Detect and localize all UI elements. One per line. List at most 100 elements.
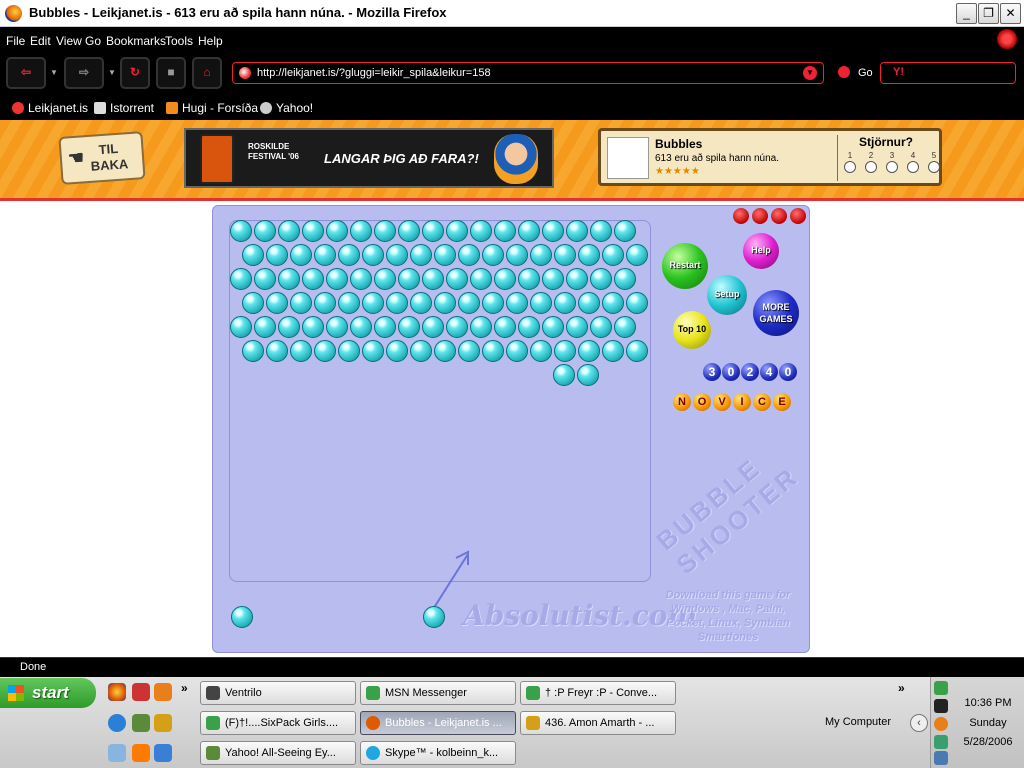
tray-network-icon[interactable] xyxy=(934,735,948,749)
game-control-icon[interactable] xyxy=(733,208,749,224)
start-button[interactable]: start xyxy=(0,678,96,708)
task-sixpack[interactable]: (F)†!....SixPack Girls.... xyxy=(200,711,356,735)
bubble xyxy=(614,268,636,290)
task-yahoo[interactable]: Yahoo! All-Seeing Ey... xyxy=(200,741,356,765)
radio-icon[interactable] xyxy=(844,161,856,173)
bookmark-hugi[interactable]: Hugi - Forsíða xyxy=(166,101,258,115)
bubble xyxy=(590,268,612,290)
minimize-button[interactable]: _ xyxy=(956,3,977,24)
address-text[interactable]: http://leikjanet.is/?gluggi=leikir_spila… xyxy=(257,67,491,79)
maximize-button[interactable]: ❐ xyxy=(978,3,999,24)
radio-icon[interactable] xyxy=(886,161,898,173)
back-dropdown-icon[interactable]: ▼ xyxy=(50,68,58,77)
download-link[interactable]: Download this game for Windows , Mac, Pa… xyxy=(653,588,803,644)
media-quicklaunch-icon[interactable] xyxy=(132,683,150,701)
level-letter: O xyxy=(693,393,711,411)
forward-button[interactable]: ⇨ xyxy=(64,57,104,89)
rating-option[interactable]: 1 xyxy=(843,151,857,173)
rating-option[interactable]: 2 xyxy=(864,151,878,173)
menu-tools[interactable]: Tools xyxy=(165,34,193,48)
stop-button[interactable]: ■ xyxy=(156,57,186,89)
clock-time[interactable]: 10:36 PM xyxy=(953,697,1023,709)
game-close-icon[interactable] xyxy=(790,208,806,224)
reload-button[interactable]: ↻ xyxy=(120,57,150,89)
menu-edit[interactable]: Edit xyxy=(30,34,51,48)
app-quicklaunch-icon[interactable] xyxy=(108,744,126,762)
bookmark-istorrent[interactable]: Istorrent xyxy=(94,101,154,115)
bubble xyxy=(410,292,432,314)
ad-headline: LANGAR ÞIG AÐ FARA?! xyxy=(324,151,479,166)
app-quicklaunch-icon[interactable] xyxy=(132,714,150,732)
quicklaunch-more-icon[interactable]: » xyxy=(181,681,188,695)
bubble xyxy=(326,268,348,290)
menu-help[interactable]: Help xyxy=(198,34,223,48)
bookmark-leikjanet[interactable]: Leikjanet.is xyxy=(12,101,88,115)
firefox-quicklaunch-icon[interactable] xyxy=(108,683,126,701)
back-sign-button[interactable]: ☚ TIL BAKA xyxy=(58,131,146,185)
bookmark-yahoo[interactable]: Yahoo! xyxy=(260,101,313,115)
app-quicklaunch-icon[interactable] xyxy=(154,714,172,732)
task-conversation[interactable]: † :P Freyr :P - Conve... xyxy=(520,681,676,705)
bubble xyxy=(542,220,564,242)
rating-option[interactable]: 4 xyxy=(906,151,920,173)
app-quicklaunch-icon[interactable] xyxy=(132,744,150,762)
radio-icon[interactable] xyxy=(907,161,919,173)
game-control-icon[interactable] xyxy=(771,208,787,224)
clock-day: Sunday xyxy=(969,717,1007,729)
throbber-icon xyxy=(997,29,1017,49)
top10-button[interactable]: Top 10 xyxy=(673,311,711,349)
bubble xyxy=(338,292,360,314)
rating-option[interactable]: 5 xyxy=(927,151,941,173)
msn-icon xyxy=(526,686,540,700)
task-ventrilo[interactable]: Ventrilo xyxy=(200,681,356,705)
tray-volume-icon[interactable] xyxy=(934,751,948,765)
tray-check-icon[interactable] xyxy=(934,681,948,695)
radio-icon[interactable] xyxy=(928,161,940,173)
rating-option[interactable]: 3 xyxy=(885,151,899,173)
home-button[interactable]: ⌂ xyxy=(192,57,222,89)
game-players-count: 613 eru að spila hann núna. xyxy=(655,153,779,164)
bubble xyxy=(386,244,408,266)
more-games-button[interactable]: MORE GAMES xyxy=(753,290,799,336)
search-box[interactable]: Y! xyxy=(880,62,1016,84)
status-bar: Done xyxy=(0,657,1024,677)
game-control-icon[interactable] xyxy=(752,208,768,224)
task-bubbles[interactable]: Bubbles - Leikjanet.is ... xyxy=(360,711,516,735)
menu-file[interactable]: File xyxy=(6,34,25,48)
go-icon[interactable] xyxy=(838,66,850,78)
restart-button[interactable]: Restart xyxy=(662,243,708,289)
app-quicklaunch-icon[interactable] xyxy=(154,744,172,762)
close-button[interactable]: ✕ xyxy=(1000,3,1021,24)
address-bar[interactable]: http://leikjanet.is/?gluggi=leikir_spila… xyxy=(232,62,824,84)
advertisement-banner[interactable]: ROSKILDE FESTIVAL '06 LANGAR ÞIG AÐ FARA… xyxy=(184,128,554,188)
ie-quicklaunch-icon[interactable] xyxy=(108,714,126,732)
setup-button[interactable]: Setup xyxy=(707,275,747,315)
bubble xyxy=(494,316,516,338)
tray-steam-icon[interactable] xyxy=(934,699,948,713)
address-dropdown-icon[interactable]: ▼ xyxy=(803,66,817,80)
my-computer-label[interactable]: My Computer xyxy=(825,716,891,728)
bubble xyxy=(494,220,516,242)
app-quicklaunch-icon[interactable] xyxy=(154,683,172,701)
menu-go[interactable]: Go xyxy=(85,34,101,48)
help-button[interactable]: Help xyxy=(743,233,779,269)
yahoo-search-icon[interactable]: Y! xyxy=(893,66,904,78)
game-title: Bubbles xyxy=(655,137,703,151)
forward-dropdown-icon[interactable]: ▼ xyxy=(108,68,116,77)
bubble xyxy=(422,268,444,290)
taskbar-more-icon[interactable]: » xyxy=(898,681,905,695)
task-amon-amarth[interactable]: 436. Amon Amarth - ... xyxy=(520,711,676,735)
bubble xyxy=(554,340,576,362)
back-button[interactable]: ⇦ xyxy=(6,57,46,89)
tray-expand-icon[interactable]: ‹ xyxy=(910,714,928,732)
menu-bookmarks[interactable]: Bookmarks xyxy=(106,34,166,48)
bubble-shooter-game[interactable]: Restart Help Setup MORE GAMES Top 10 3 0… xyxy=(212,205,810,653)
menu-view[interactable]: View xyxy=(56,34,82,48)
task-skype[interactable]: Skype™ - kolbeinn_k... xyxy=(360,741,516,765)
bubble xyxy=(602,292,624,314)
go-button[interactable]: Go xyxy=(858,67,873,79)
bubble xyxy=(446,316,468,338)
radio-icon[interactable] xyxy=(865,161,877,173)
tray-app-icon[interactable] xyxy=(934,717,948,731)
task-msn[interactable]: MSN Messenger xyxy=(360,681,516,705)
